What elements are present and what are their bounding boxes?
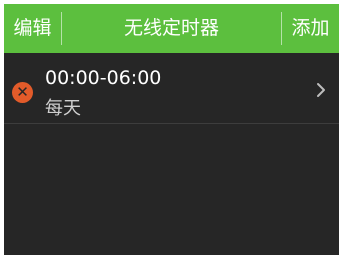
list-divider bbox=[4, 123, 339, 124]
edit-button[interactable]: 编辑 bbox=[4, 4, 61, 53]
app-screen: 编辑 无线定时器 添加 ✕ 00:00-06:00 每天 bbox=[4, 4, 339, 255]
page-title: 无线定时器 bbox=[123, 17, 219, 39]
timer-repeat-label: 每天 bbox=[45, 98, 81, 119]
add-button[interactable]: 添加 bbox=[282, 4, 339, 53]
close-circle-icon[interactable]: ✕ bbox=[12, 82, 33, 103]
timer-list-item[interactable]: ✕ 00:00-06:00 每天 bbox=[4, 53, 339, 123]
title-bar: 编辑 无线定时器 添加 bbox=[4, 4, 339, 53]
timer-time-range: 00:00-06:00 bbox=[45, 67, 162, 89]
chevron-right-icon bbox=[317, 83, 325, 97]
